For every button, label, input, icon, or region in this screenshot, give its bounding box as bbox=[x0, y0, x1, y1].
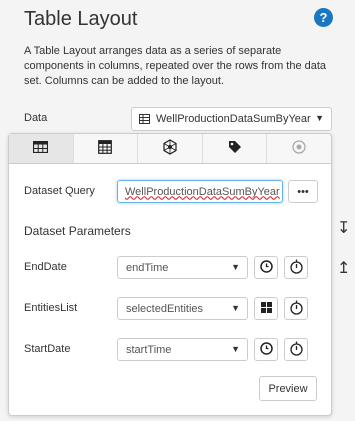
tab-network[interactable] bbox=[138, 134, 203, 163]
param-select-startdate[interactable]: startTime ▼ bbox=[117, 338, 248, 361]
chevron-down-icon: ▼ bbox=[231, 303, 240, 313]
tab-circle[interactable] bbox=[267, 134, 331, 163]
stopwatch-button[interactable] bbox=[284, 338, 308, 361]
tab-table[interactable] bbox=[9, 134, 74, 163]
calculator-icon bbox=[98, 140, 113, 157]
dataset-query-input[interactable]: WellProductionDataSumByYear bbox=[117, 180, 283, 203]
circle-icon bbox=[292, 140, 306, 157]
dataset-query-label: Dataset Query bbox=[24, 185, 95, 197]
data-label: Data bbox=[24, 112, 48, 124]
clock-icon bbox=[259, 341, 273, 358]
stopwatch-icon bbox=[289, 300, 303, 318]
param-select-enddate[interactable]: endTime ▼ bbox=[117, 256, 248, 279]
tab-calculator[interactable] bbox=[74, 134, 139, 163]
stopwatch-button[interactable] bbox=[284, 297, 308, 320]
tag-icon bbox=[228, 140, 242, 157]
table-icon bbox=[33, 140, 49, 156]
chevron-down-icon: ▼ bbox=[231, 344, 240, 354]
page-title: Table Layout bbox=[24, 8, 138, 30]
description: A Table Layout arranges data as a series… bbox=[24, 45, 327, 87]
clock-button[interactable] bbox=[254, 338, 278, 361]
help-icon[interactable]: ? bbox=[314, 8, 333, 27]
arrow-up-icon[interactable]: ↥ bbox=[337, 258, 350, 278]
clock-icon bbox=[259, 259, 273, 276]
param-label-enddate: EndDate bbox=[24, 261, 67, 273]
tab-tag[interactable] bbox=[203, 134, 268, 163]
stopwatch-icon bbox=[289, 341, 303, 359]
param-select-value: selectedEntities bbox=[126, 302, 204, 315]
arrow-down-icon[interactable]: ↧ bbox=[337, 218, 350, 238]
chevron-down-icon: ▼ bbox=[231, 262, 240, 272]
param-select-value: startTime bbox=[126, 343, 172, 356]
dataset-parameters-title: Dataset Parameters bbox=[24, 224, 131, 238]
network-icon bbox=[162, 139, 178, 158]
data-select-value: WellProductionDataSumByYear bbox=[156, 113, 311, 125]
table-settings-panel: Dataset Query WellProductionDataSumByYea… bbox=[8, 133, 332, 416]
stopwatch-button[interactable] bbox=[284, 256, 308, 279]
data-select[interactable]: WellProductionDataSumByYear ▼ bbox=[131, 107, 332, 131]
grid-icon bbox=[260, 301, 272, 316]
param-label-entitieslist: EntitiesList bbox=[24, 302, 78, 314]
more-button[interactable]: ••• bbox=[288, 180, 318, 203]
clock-button[interactable] bbox=[254, 256, 278, 279]
stopwatch-icon bbox=[289, 259, 303, 277]
table-icon bbox=[139, 114, 150, 124]
preview-button[interactable]: Preview bbox=[259, 376, 317, 401]
param-select-value: endTime bbox=[126, 261, 169, 274]
chevron-down-icon: ▼ bbox=[315, 113, 324, 123]
grid-button[interactable] bbox=[254, 297, 278, 320]
param-select-entitieslist[interactable]: selectedEntities ▼ bbox=[117, 297, 248, 320]
tab-bar bbox=[9, 134, 331, 164]
param-label-startdate: StartDate bbox=[24, 343, 71, 355]
